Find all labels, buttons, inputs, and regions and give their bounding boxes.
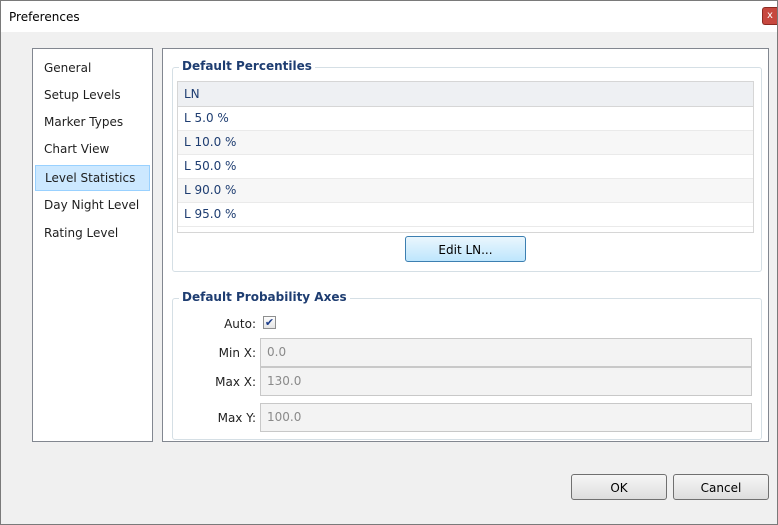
max-y-label: Max Y: bbox=[217, 411, 256, 425]
sidebar-item-level-statistics[interactable]: Level Statistics bbox=[35, 165, 150, 191]
default-percentiles-heading: Default Percentiles bbox=[179, 59, 315, 73]
window-title: Preferences bbox=[9, 10, 80, 24]
ok-button[interactable]: OK bbox=[571, 474, 667, 500]
category-list: General Setup Levels Marker Types Chart … bbox=[32, 48, 153, 442]
edit-ln-button[interactable]: Edit LN... bbox=[405, 236, 526, 262]
max-x-field[interactable]: 130.0 bbox=[260, 367, 752, 396]
list-item[interactable]: L 50.0 % bbox=[178, 155, 753, 179]
sidebar-item-marker-types[interactable]: Marker Types bbox=[35, 109, 150, 135]
sidebar-item-setup-levels[interactable]: Setup Levels bbox=[35, 82, 150, 108]
default-probability-axes-heading: Default Probability Axes bbox=[179, 290, 350, 304]
title-bar[interactable]: Preferences x bbox=[1, 1, 777, 32]
column-header-ln[interactable]: LN bbox=[178, 82, 753, 107]
cancel-button[interactable]: Cancel bbox=[673, 474, 769, 500]
list-item[interactable]: L 95.0 % bbox=[178, 203, 753, 227]
sidebar-item-chart-view[interactable]: Chart View bbox=[35, 136, 150, 162]
list-item[interactable]: L 10.0 % bbox=[178, 131, 753, 155]
percentiles-list[interactable]: LN L 5.0 % L 10.0 % L 50.0 % L 90.0 % L … bbox=[177, 81, 754, 233]
auto-checkbox[interactable]: ✔ bbox=[263, 316, 276, 329]
auto-label: Auto: bbox=[224, 317, 256, 331]
sidebar-item-rating-level[interactable]: Rating Level bbox=[35, 220, 150, 246]
list-item[interactable]: L 90.0 % bbox=[178, 179, 753, 203]
min-x-label: Min X: bbox=[218, 346, 256, 360]
sidebar-item-day-night-level[interactable]: Day Night Level bbox=[35, 192, 150, 218]
max-x-label: Max X: bbox=[215, 375, 256, 389]
list-item[interactable]: L 5.0 % bbox=[178, 107, 753, 131]
close-icon[interactable]: x bbox=[762, 7, 777, 25]
min-x-field[interactable]: 0.0 bbox=[260, 338, 752, 367]
max-y-field[interactable]: 100.0 bbox=[260, 403, 752, 432]
preferences-window: Preferences x General Setup Levels Marke… bbox=[0, 0, 778, 525]
sidebar-item-general[interactable]: General bbox=[35, 55, 150, 81]
